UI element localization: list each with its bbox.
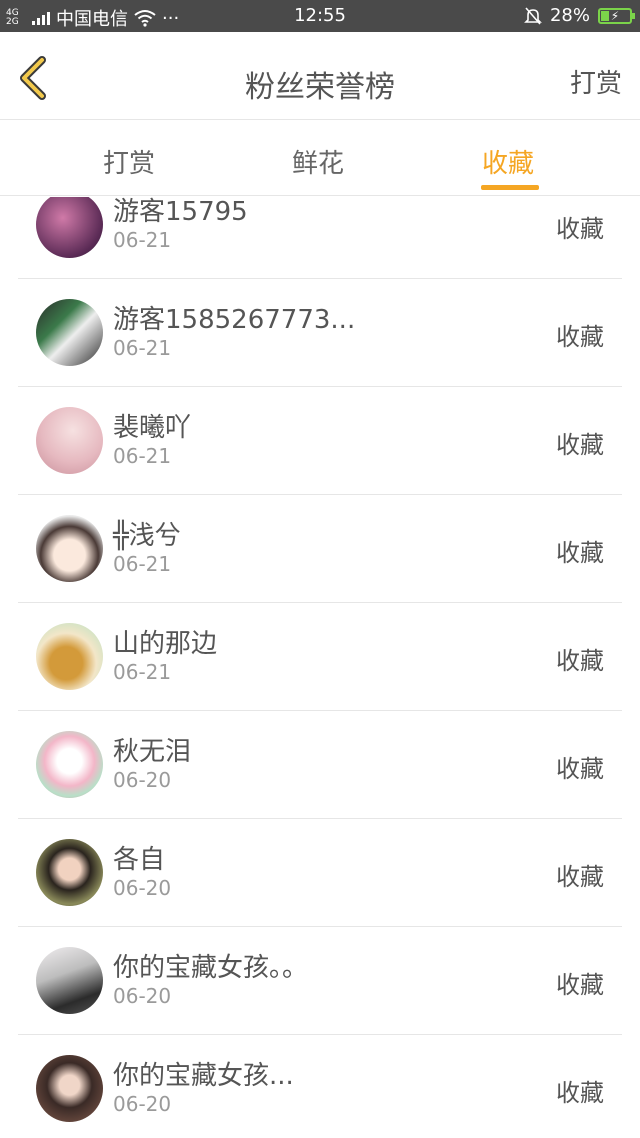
status-right: 28% ⚡ — [524, 5, 635, 26]
user-name: 游客1585267773... — [113, 305, 356, 335]
user-name: ╬浅兮 — [113, 521, 181, 551]
item-date: 06-21 — [113, 552, 172, 576]
item-action: 收藏 — [556, 971, 604, 999]
item-action: 收藏 — [556, 539, 604, 567]
user-name: 裴曦吖 — [113, 413, 192, 443]
reward-button[interactable]: 打赏 — [570, 63, 622, 100]
item-date: 06-21 — [113, 444, 172, 468]
user-name: 游客15795 — [113, 197, 248, 227]
item-action: 收藏 — [556, 647, 604, 675]
page-title: 粉丝荣誉榜 — [245, 70, 395, 105]
item-date: 06-20 — [113, 984, 172, 1008]
avatar — [36, 1055, 103, 1122]
avatar — [36, 299, 103, 366]
tab-favorites[interactable]: 收藏 — [482, 143, 534, 180]
avatar — [36, 515, 103, 582]
list-item[interactable]: 游客15795 06-21 收藏 — [18, 197, 622, 279]
list-item[interactable]: 游客1585267773... 06-21 收藏 — [18, 279, 622, 387]
list-item[interactable]: 各自 06-20 收藏 — [18, 819, 622, 927]
active-tab-indicator — [481, 185, 539, 190]
item-date: 06-20 — [113, 876, 172, 900]
item-action: 收藏 — [556, 215, 604, 243]
list-item[interactable]: 裴曦吖 06-21 收藏 — [18, 387, 622, 495]
item-action: 收藏 — [556, 1079, 604, 1107]
tab-reward[interactable]: 打赏 — [103, 143, 155, 180]
item-date: 06-20 — [113, 1092, 172, 1116]
avatar — [36, 623, 103, 690]
battery-icon: ⚡ — [598, 7, 635, 24]
status-bar: 4G 2G 中国电信 ··· 12:55 28% ⚡ — [0, 0, 640, 32]
user-name: 秋无泪 — [113, 737, 192, 767]
item-date: 06-21 — [113, 228, 172, 252]
avatar — [36, 731, 103, 798]
item-date: 06-21 — [113, 336, 172, 360]
list-item[interactable]: 秋无泪 06-20 收藏 — [18, 711, 622, 819]
avatar — [36, 947, 103, 1014]
nav-bar: 粉丝荣誉榜 打赏 — [0, 32, 640, 120]
item-action: 收藏 — [556, 755, 604, 783]
item-action: 收藏 — [556, 431, 604, 459]
list-item[interactable]: ╬浅兮 06-21 收藏 — [18, 495, 622, 603]
item-date: 06-21 — [113, 660, 172, 684]
item-action: 收藏 — [556, 863, 604, 891]
tab-bar: 打赏 鲜花 收藏 — [0, 121, 640, 196]
fan-list[interactable]: 游客15795 06-21 收藏 游客1585267773... 06-21 收… — [0, 197, 640, 1138]
bell-muted-icon — [524, 6, 542, 25]
item-date: 06-20 — [113, 768, 172, 792]
user-name: 你的宝藏女孩。。 — [113, 953, 309, 983]
user-name: 你的宝藏女孩... — [113, 1061, 294, 1091]
list-item[interactable]: 你的宝藏女孩。。 06-20 收藏 — [18, 927, 622, 1035]
avatar — [36, 407, 103, 474]
tab-flowers[interactable]: 鲜花 — [292, 143, 344, 180]
list-item[interactable]: 山的那边 06-21 收藏 — [18, 603, 622, 711]
list-item[interactable]: 你的宝藏女孩... 06-20 收藏 — [18, 1035, 622, 1138]
avatar — [36, 197, 103, 258]
avatar — [36, 839, 103, 906]
item-action: 收藏 — [556, 323, 604, 351]
battery-percent: 28% — [549, 5, 590, 26]
user-name: 山的那边 — [113, 629, 218, 659]
user-name: 各自 — [113, 845, 166, 875]
